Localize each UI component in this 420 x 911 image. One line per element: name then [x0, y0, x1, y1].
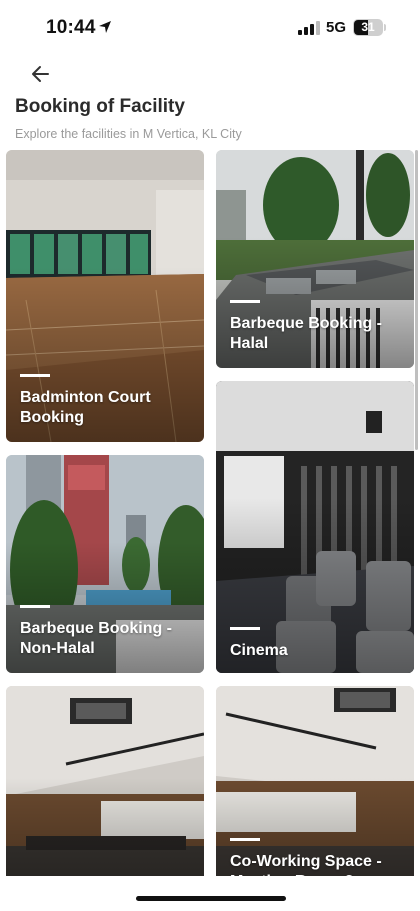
page-title: Booking of Facility — [15, 96, 185, 117]
facility-label: Barbeque Booking - Halal — [230, 315, 383, 352]
card-accent-line — [230, 838, 260, 841]
facility-card-bbq-non-halal[interactable]: Barbeque Booking - Non-Halal — [6, 455, 204, 673]
page-subtitle: Explore the facilities in M Vertica, KL … — [15, 127, 242, 141]
back-arrow-icon[interactable] — [28, 61, 54, 87]
scrollbar[interactable] — [415, 150, 418, 450]
battery-tip — [384, 24, 386, 31]
status-bar: 10:44 5G 31 — [0, 0, 420, 58]
status-time: 10:44 — [46, 17, 96, 38]
facility-label: Cinema — [230, 642, 288, 659]
network-type: 5G — [326, 19, 347, 36]
card-accent-line — [20, 605, 50, 608]
facility-label: Barbeque Booking - Non-Halal — [20, 620, 173, 657]
battery-level: 31 — [361, 20, 375, 34]
facility-card-bbq-halal[interactable]: Barbeque Booking - Halal — [216, 150, 414, 368]
facility-card-badminton[interactable]: Badminton Court Booking — [6, 150, 204, 442]
card-accent-line — [230, 627, 260, 630]
bottom-safe-area — [0, 876, 420, 911]
cellular-signal-icon — [298, 21, 320, 35]
home-indicator[interactable] — [136, 896, 286, 901]
facility-label: Badminton Court Booking — [20, 389, 151, 426]
battery-icon: 31 — [353, 19, 383, 36]
card-accent-line — [20, 374, 50, 377]
facility-card-cinema[interactable]: Cinema — [216, 381, 414, 673]
location-arrow-icon — [99, 21, 111, 33]
card-accent-line — [230, 300, 260, 303]
